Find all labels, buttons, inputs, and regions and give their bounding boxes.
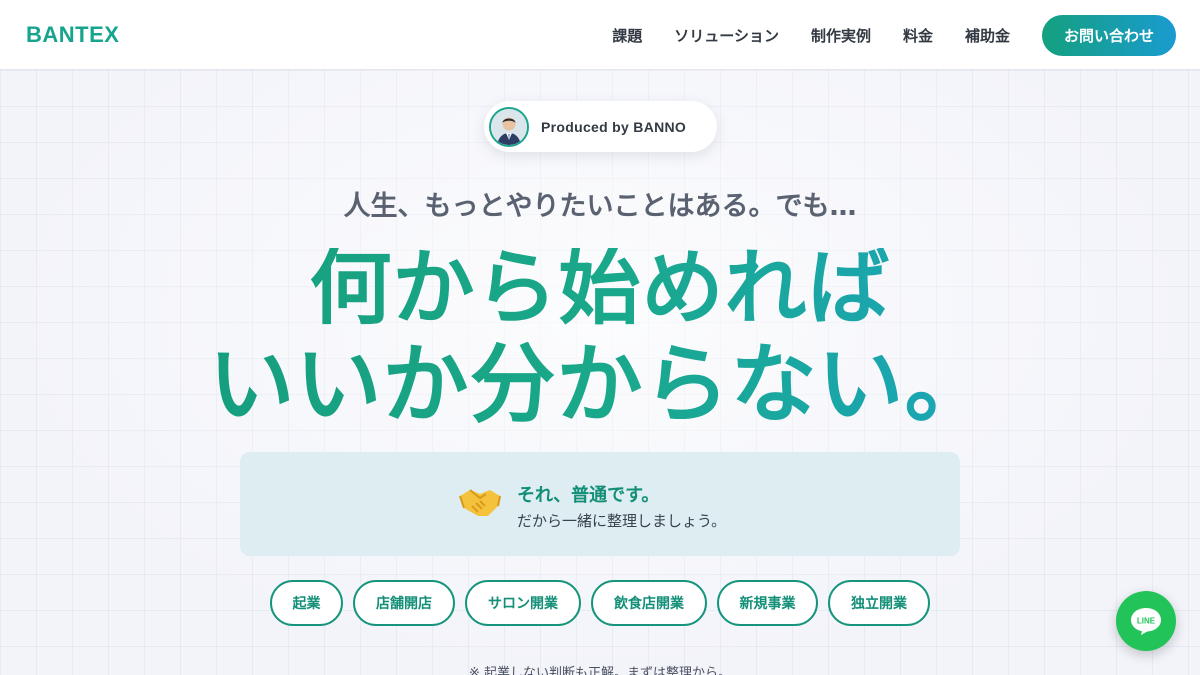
tag-store-opening[interactable]: 店舗開店 xyxy=(353,580,455,626)
line-icon: LINE xyxy=(1131,608,1161,635)
nav-item-issues[interactable]: 課題 xyxy=(612,25,642,46)
reassurance-box: それ、普通です。 だから一緒に整理しましょう。 xyxy=(240,452,960,556)
nav-item-pricing[interactable]: 料金 xyxy=(903,25,933,46)
tag-restaurant-opening[interactable]: 飲食店開業 xyxy=(591,580,707,626)
producer-label: Produced by BANNO xyxy=(541,118,687,135)
lead-text: 人生、もっとやりたいことはある。でも… xyxy=(343,191,857,222)
avatar xyxy=(489,106,529,147)
reassurance-title: それ、普通です。 xyxy=(517,485,660,506)
tag-independence[interactable]: 独立開業 xyxy=(828,580,930,626)
main-nav: 課題 ソリューション 制作実例 料金 補助金 xyxy=(612,0,1010,70)
site-logo[interactable]: BANTEX xyxy=(26,22,119,48)
hero-section: Produced by BANNO 人生、もっとやりたいことはある。でも… 何か… xyxy=(0,70,1200,675)
producer-badge: Produced by BANNO xyxy=(484,101,717,152)
tag-salon-opening[interactable]: サロン開業 xyxy=(465,580,581,626)
tag-startup[interactable]: 起業 xyxy=(270,580,343,626)
handshake-icon xyxy=(458,484,502,524)
category-tags: 起業 店舗開店 サロン開業 飲食店開業 新規事業 独立開業 xyxy=(0,580,1200,626)
line-label: LINE xyxy=(1137,617,1156,626)
contact-button[interactable]: お問い合わせ xyxy=(1042,15,1176,56)
nav-item-solutions[interactable]: ソリューション xyxy=(674,25,779,46)
headline-line-2: いいか分からない。 xyxy=(0,342,1200,428)
footnote: ※ 起業しない判断も正解。まずは整理から。 xyxy=(468,666,732,675)
line-chat-button[interactable]: LINE xyxy=(1116,591,1176,651)
headline-line-1: 何から始めれば xyxy=(0,248,1200,330)
nav-item-subsidy[interactable]: 補助金 xyxy=(965,25,1010,46)
nav-item-works[interactable]: 制作実例 xyxy=(811,25,871,46)
site-header: BANTEX 課題 ソリューション 制作実例 料金 補助金 お問い合わせ xyxy=(0,0,1200,70)
reassurance-subtitle: だから一緒に整理しましょう。 xyxy=(517,512,727,530)
tag-new-business[interactable]: 新規事業 xyxy=(717,580,818,626)
